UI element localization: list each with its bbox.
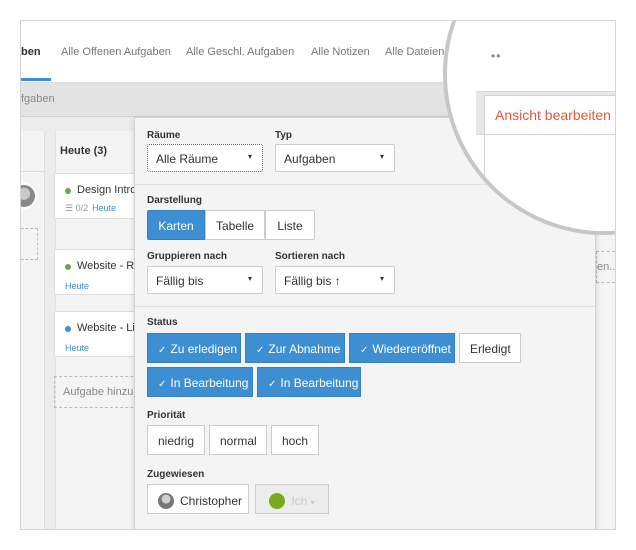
sort-by-label: Sortieren nach	[275, 251, 346, 262]
assignee-me-toggle[interactable]: Ich ▾	[255, 484, 329, 514]
avatar	[269, 493, 286, 509]
display-list-button[interactable]: Liste	[265, 210, 315, 240]
due-date: Heute	[65, 343, 90, 353]
status-wiedereroeffnet-toggle[interactable]: ✓ Wiedereröffnet	[349, 333, 455, 363]
status-erledigt-toggle[interactable]: Erledigt	[459, 333, 521, 363]
type-select[interactable]: Aufgaben ▾	[275, 144, 395, 172]
check-icon: ✓	[256, 345, 265, 356]
rooms-select[interactable]: Alle Räume ▾	[147, 144, 263, 172]
tab-alle-geschl-aufgaben[interactable]: Alle Geschl. Aufgaben	[186, 46, 294, 58]
priority-label: Priorität	[147, 410, 186, 421]
task-title: Website - Li	[77, 322, 135, 334]
status-in-bearbeitung-toggle[interactable]: ✓ In Bearbeitung	[147, 367, 253, 397]
tab-aufgaben[interactable]: ben	[21, 46, 41, 58]
task-title: Design Intro	[77, 184, 137, 196]
add-task-placeholder[interactable]: en...	[596, 251, 615, 283]
tab-alle-offenen-aufgaben[interactable]: Alle Offenen Aufgaben	[61, 46, 171, 58]
caret-down-icon: ▾	[310, 498, 315, 507]
status-dot-icon	[65, 264, 71, 270]
due-date: Heute	[92, 203, 117, 213]
checklist-icon: ☰ 0/2	[65, 203, 89, 213]
rooms-label: Räume	[147, 130, 181, 141]
status-dot-icon	[65, 188, 71, 194]
due-date: Heute	[65, 281, 90, 291]
assigned-label: Zugewiesen	[147, 469, 205, 480]
column-title: Heute (3)	[60, 145, 108, 157]
caret-down-icon: ▾	[247, 152, 252, 161]
active-tab-indicator	[21, 78, 51, 81]
edit-view-button[interactable]: Ansicht bearbeiten ⌄	[484, 95, 615, 135]
status-dot-icon	[65, 326, 71, 332]
task-meta: ☰ 0/2 Heute	[65, 203, 116, 214]
status-zur-abnahme-toggle[interactable]: ✓ Zur Abnahme	[245, 333, 345, 363]
view-title: fgaben	[21, 93, 55, 105]
status-in-bearbeitung-toggle-2[interactable]: ✓ In Bearbeitung	[257, 367, 361, 397]
avatar	[158, 493, 174, 509]
status-zu-erledigen-toggle[interactable]: ✓ Zu erledigen	[147, 333, 241, 363]
caret-down-icon: ▾	[247, 274, 252, 283]
display-table-button[interactable]: Tabelle	[205, 210, 265, 240]
check-icon: ✓	[158, 379, 167, 390]
group-by-select[interactable]: Fällig bis ▾	[147, 266, 263, 294]
priority-high-toggle[interactable]: hoch	[271, 425, 319, 455]
caret-down-icon: ▾	[379, 152, 384, 161]
priority-normal-toggle[interactable]: normal	[209, 425, 267, 455]
check-icon: ✓	[268, 379, 277, 390]
board-column-left	[21, 131, 45, 529]
check-icon: ✓	[360, 345, 369, 356]
assignee-christopher-toggle[interactable]: Christopher	[147, 484, 249, 514]
type-label: Typ	[275, 130, 293, 141]
board-column-today: Heute (3) Design Intro ☰ 0/2 Heute Websit…	[54, 131, 164, 529]
task-title: Website - R	[77, 260, 135, 272]
status-label: Status	[147, 317, 178, 328]
add-task-placeholder[interactable]	[21, 228, 38, 260]
tab-alle-dateien[interactable]: Alle Dateien	[385, 46, 444, 58]
check-icon: ✓	[158, 345, 167, 356]
magnifier-callout: •• Ansicht bearbeiten ⌄	[443, 21, 615, 235]
caret-down-icon: ▾	[379, 274, 384, 283]
sort-by-select[interactable]: Fällig bis ↑ ▾	[275, 266, 395, 294]
display-cards-button[interactable]: Karten	[147, 210, 205, 240]
more-icon[interactable]: ••	[491, 49, 501, 63]
view-settings-panel-preview	[484, 135, 615, 231]
display-label: Darstellung	[147, 195, 203, 206]
app-frame: ben Alle Offenen Aufgaben Alle Geschl. A…	[20, 20, 616, 530]
group-by-label: Gruppieren nach	[147, 251, 228, 262]
tab-alle-notizen[interactable]: Alle Notizen	[311, 46, 370, 58]
priority-low-toggle[interactable]: niedrig	[147, 425, 205, 455]
avatar	[21, 183, 37, 209]
